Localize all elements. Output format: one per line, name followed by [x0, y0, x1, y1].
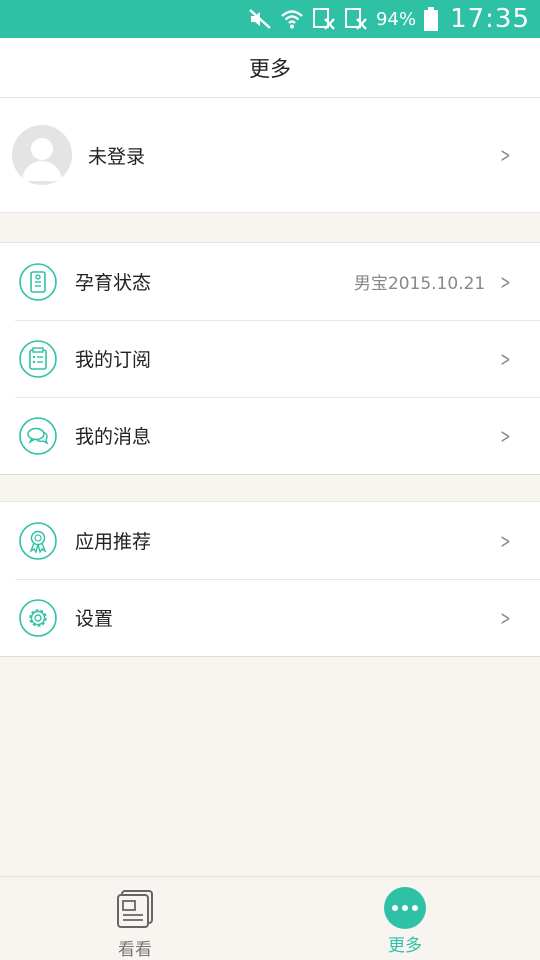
menu-item-my-messages[interactable]: 我的消息 >	[0, 397, 540, 474]
nav-tab-look[interactable]: 看看	[0, 877, 270, 960]
menu-item-label: 我的消息	[75, 426, 152, 448]
message-icon	[19, 416, 57, 455]
chevron-right-icon: >	[500, 528, 511, 553]
nav-tab-more[interactable]: 更多	[270, 877, 540, 960]
menu-item-settings[interactable]: 设置 >	[0, 579, 540, 656]
title-bar: 更多	[0, 38, 540, 98]
menu-item-pregnancy-status[interactable]: 孕育状态 男宝2015.10.21 >	[0, 243, 540, 320]
chevron-right-icon: >	[500, 423, 511, 448]
battery-icon	[424, 7, 439, 31]
menu-item-my-subscriptions[interactable]: 我的订阅 >	[0, 320, 540, 397]
award-icon	[19, 521, 57, 560]
status-bar: 94% 17:35	[0, 0, 540, 38]
wifi-icon	[280, 8, 304, 30]
profile-row[interactable]: 未登录 >	[0, 98, 540, 213]
clock: 17:35	[450, 4, 530, 34]
nav-label: 看看	[118, 940, 152, 960]
pregnancy-status-value: 男宝2015.10.21	[353, 274, 486, 294]
chevron-right-icon: >	[500, 269, 511, 294]
avatar	[12, 125, 72, 185]
menu-group-personal: 孕育状态 男宝2015.10.21 > 我的订阅 > 我的消息 >	[0, 242, 540, 475]
profile-name: 未登录	[88, 145, 146, 168]
more-icon	[384, 887, 426, 929]
chevron-right-icon: >	[500, 346, 511, 371]
menu-item-label: 应用推荐	[75, 531, 152, 553]
page-title: 更多	[249, 56, 291, 81]
nav-label: 更多	[388, 936, 422, 956]
menu-item-label: 我的订阅	[75, 349, 152, 371]
chevron-right-icon: >	[500, 605, 511, 630]
battery-percent: 94%	[376, 8, 417, 30]
mute-icon	[248, 8, 272, 30]
menu-item-label: 孕育状态	[75, 272, 152, 294]
menu-item-label: 设置	[75, 608, 114, 630]
pregnancy-icon	[19, 262, 57, 301]
gear-icon	[19, 598, 57, 637]
menu-group-app: 应用推荐 > 设置 >	[0, 501, 540, 657]
subscription-icon	[19, 339, 57, 378]
chevron-right-icon: >	[500, 143, 511, 167]
bottom-nav: 看看 更多	[0, 876, 540, 960]
sim-icon	[344, 7, 368, 31]
menu-item-app-recommend[interactable]: 应用推荐 >	[0, 502, 540, 579]
news-icon	[114, 887, 156, 933]
sim-icon	[312, 7, 336, 31]
